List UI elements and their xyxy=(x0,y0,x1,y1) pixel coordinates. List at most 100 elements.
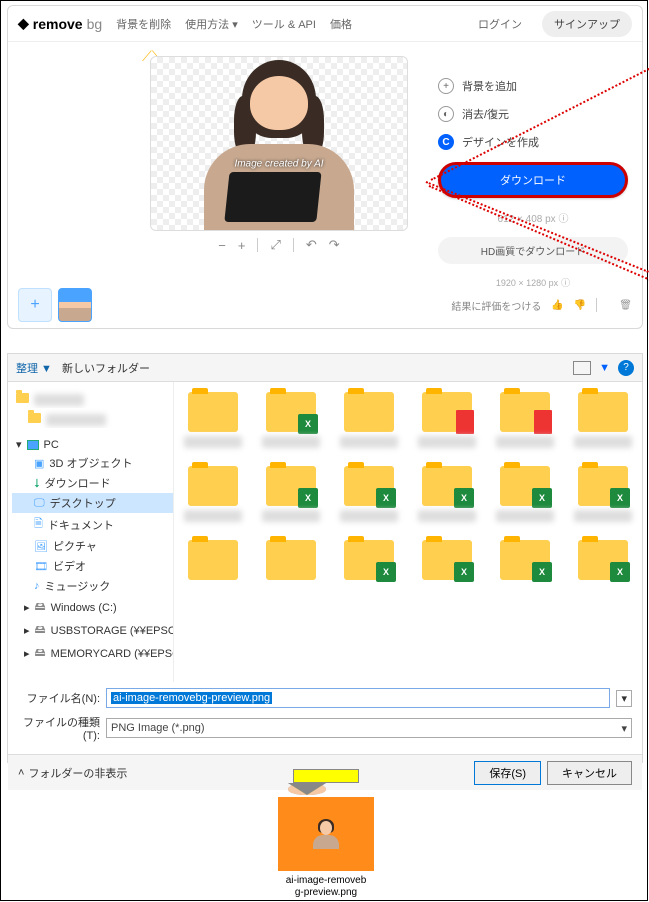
nav-tools-api[interactable]: ツール & API xyxy=(252,16,316,32)
folder-item[interactable] xyxy=(184,392,242,448)
music-icon: ♪ xyxy=(34,580,40,592)
thumbnail-1[interactable] xyxy=(58,288,92,322)
folder-item[interactable]: X xyxy=(496,466,554,522)
document-icon: 🗎 xyxy=(34,515,43,534)
eraser-icon: ◐ xyxy=(438,106,454,122)
delete-button[interactable]: 🗑 xyxy=(619,300,632,311)
folder-item[interactable] xyxy=(418,392,476,448)
save-button[interactable]: 保存(S) xyxy=(474,761,541,785)
saved-file-icon[interactable] xyxy=(278,797,374,871)
tree-pictures[interactable]: ピクチャ xyxy=(53,538,97,554)
tree-memcard[interactable]: MEMORYCARD (¥¥EPSON xyxy=(51,648,173,660)
new-folder-button[interactable]: 新しいフォルダー xyxy=(62,360,150,376)
folder-item[interactable]: X xyxy=(418,540,476,580)
view-dropdown-icon[interactable]: ▼ xyxy=(599,362,610,374)
folder-item[interactable] xyxy=(340,392,398,448)
nav-howto[interactable]: 使用方法 ▾ xyxy=(185,16,238,32)
chevron-right-icon[interactable]: ▸ xyxy=(24,624,30,637)
side-panel: +背景を追加 ◐消去/復元 Cデザインを作成 ダウンロード 612 × 408 … xyxy=(438,56,628,289)
tree-usb[interactable]: USBSTORAGE (¥¥EPSON50 xyxy=(51,625,173,637)
file-list[interactable]: X X X X X X X X xyxy=(174,382,642,682)
chevron-down-icon[interactable]: ▾ xyxy=(16,438,22,451)
add-image-button[interactable]: + xyxy=(18,288,52,322)
drive-icon: 🖴 xyxy=(35,644,46,663)
nav-pricing[interactable]: 価格 xyxy=(330,16,352,32)
logo-main: remove xyxy=(33,16,83,32)
folder-item[interactable]: X xyxy=(262,392,320,448)
folder-icon xyxy=(28,413,41,423)
help-icon[interactable]: ? xyxy=(618,360,634,376)
nav-remove-bg[interactable]: 背景を削除 xyxy=(116,16,171,32)
folder-icon xyxy=(16,393,29,403)
saved-file-preview: ai-image-removeb g-preview.png xyxy=(269,797,383,899)
saved-file-name: ai-image-removeb g-preview.png xyxy=(269,875,383,899)
video-icon: 🎞 xyxy=(34,560,48,573)
folder-item[interactable] xyxy=(574,392,632,448)
folder-item[interactable]: X xyxy=(340,466,398,522)
filetype-select[interactable]: PNG Image (*.png)▾ xyxy=(106,718,632,738)
tree-videos[interactable]: ビデオ xyxy=(53,558,86,574)
filename-label: ファイル名(N): xyxy=(18,690,100,706)
drive-icon: 🖴 xyxy=(35,621,46,640)
hide-folders-toggle[interactable]: ˄フォルダーの非表示 xyxy=(18,765,127,781)
cancel-button[interactable]: キャンセル xyxy=(547,761,632,785)
header: ◆ removebg 背景を削除 使用方法 ▾ ツール & API 価格 ログイ… xyxy=(8,6,642,42)
nav-tree[interactable]: ▾ PC ▣ 3D オブジェクト ⭣ ダウンロード 🖵 デスクトップ 🗎 ドキュメント 🖼… xyxy=(8,382,174,682)
person-illustration xyxy=(194,60,364,230)
zoom-out-button[interactable]: − xyxy=(218,238,226,253)
eraser-icon: ◆ xyxy=(18,15,29,32)
thumbnails-bar: + 結果に評価をつける 👍 👎 🗑 xyxy=(18,288,632,322)
filename-dropdown-icon[interactable]: ▾ xyxy=(616,690,632,707)
tree-3dobjects[interactable]: 3D オブジェクト xyxy=(49,455,132,471)
logo-sub: bg xyxy=(87,16,103,32)
canva-icon: C xyxy=(438,134,454,150)
zoom-in-button[interactable]: + xyxy=(238,238,246,253)
thumbs-down-button[interactable]: 👎 xyxy=(574,300,586,311)
view-mode-button[interactable] xyxy=(573,361,591,375)
undo-button[interactable]: ↶ xyxy=(306,237,317,253)
download-button[interactable]: ダウンロード xyxy=(438,162,628,198)
erase-restore-btn[interactable]: ◐消去/復元 xyxy=(438,106,628,122)
logo[interactable]: ◆ removebg xyxy=(18,15,102,32)
fit-button[interactable]: ⤢ xyxy=(270,237,280,253)
plus-icon: + xyxy=(438,78,454,94)
folder-item[interactable] xyxy=(496,392,554,448)
folder-item[interactable]: X xyxy=(496,540,554,580)
create-design-btn[interactable]: Cデザインを作成 xyxy=(438,134,628,150)
chevron-right-icon[interactable]: ▸ xyxy=(24,601,30,614)
chevron-right-icon[interactable]: ▸ xyxy=(24,647,30,660)
save-dialog: 整理 ▼ 新しいフォルダー ▼ ? ▾ PC ▣ 3D オブジェクト ⭣ ダウンロード… xyxy=(7,353,643,763)
desktop-icon: 🖵 xyxy=(34,497,45,510)
folder-item[interactable]: X xyxy=(262,466,320,522)
folder-item[interactable]: X xyxy=(574,466,632,522)
download-icon: ⭣ xyxy=(34,476,40,491)
redo-button[interactable]: ↷ xyxy=(329,237,340,253)
thumbs-up-button[interactable]: 👍 xyxy=(551,300,563,311)
tree-pc[interactable]: PC xyxy=(44,439,59,451)
picture-icon: 🖼 xyxy=(34,540,48,553)
info-icon[interactable]: ⓘ xyxy=(558,214,568,225)
folder-item[interactable] xyxy=(262,540,320,580)
cube-icon: ▣ xyxy=(34,457,44,470)
organize-menu[interactable]: 整理 ▼ xyxy=(16,360,52,376)
tree-documents[interactable]: ドキュメント xyxy=(48,517,114,533)
folder-item[interactable] xyxy=(184,466,242,522)
folder-item[interactable]: X xyxy=(418,466,476,522)
rate-result-label: 結果に評価をつける xyxy=(451,298,541,313)
folder-item[interactable] xyxy=(184,540,242,580)
tree-downloads[interactable]: ダウンロード xyxy=(45,475,111,491)
tree-music[interactable]: ミュージック xyxy=(45,578,111,594)
folder-item[interactable]: X xyxy=(340,540,398,580)
signup-button[interactable]: サインアップ xyxy=(542,11,632,37)
folder-item[interactable]: X xyxy=(574,540,632,580)
chevron-up-icon: ˄ xyxy=(18,767,24,779)
top-nav: 背景を削除 使用方法 ▾ ツール & API 価格 xyxy=(116,16,352,32)
flow-arrow-icon xyxy=(271,765,381,793)
login-link[interactable]: ログイン xyxy=(478,16,522,32)
filetype-label: ファイルの種類(T): xyxy=(18,714,100,742)
image-preview[interactable]: Image created by AI xyxy=(150,56,408,231)
tree-windows-c[interactable]: Windows (C:) xyxy=(51,602,117,614)
tree-desktop[interactable]: デスクトップ xyxy=(50,495,116,511)
filename-input[interactable]: ai-image-removebg-preview.png xyxy=(106,688,610,708)
pc-icon xyxy=(27,440,39,450)
